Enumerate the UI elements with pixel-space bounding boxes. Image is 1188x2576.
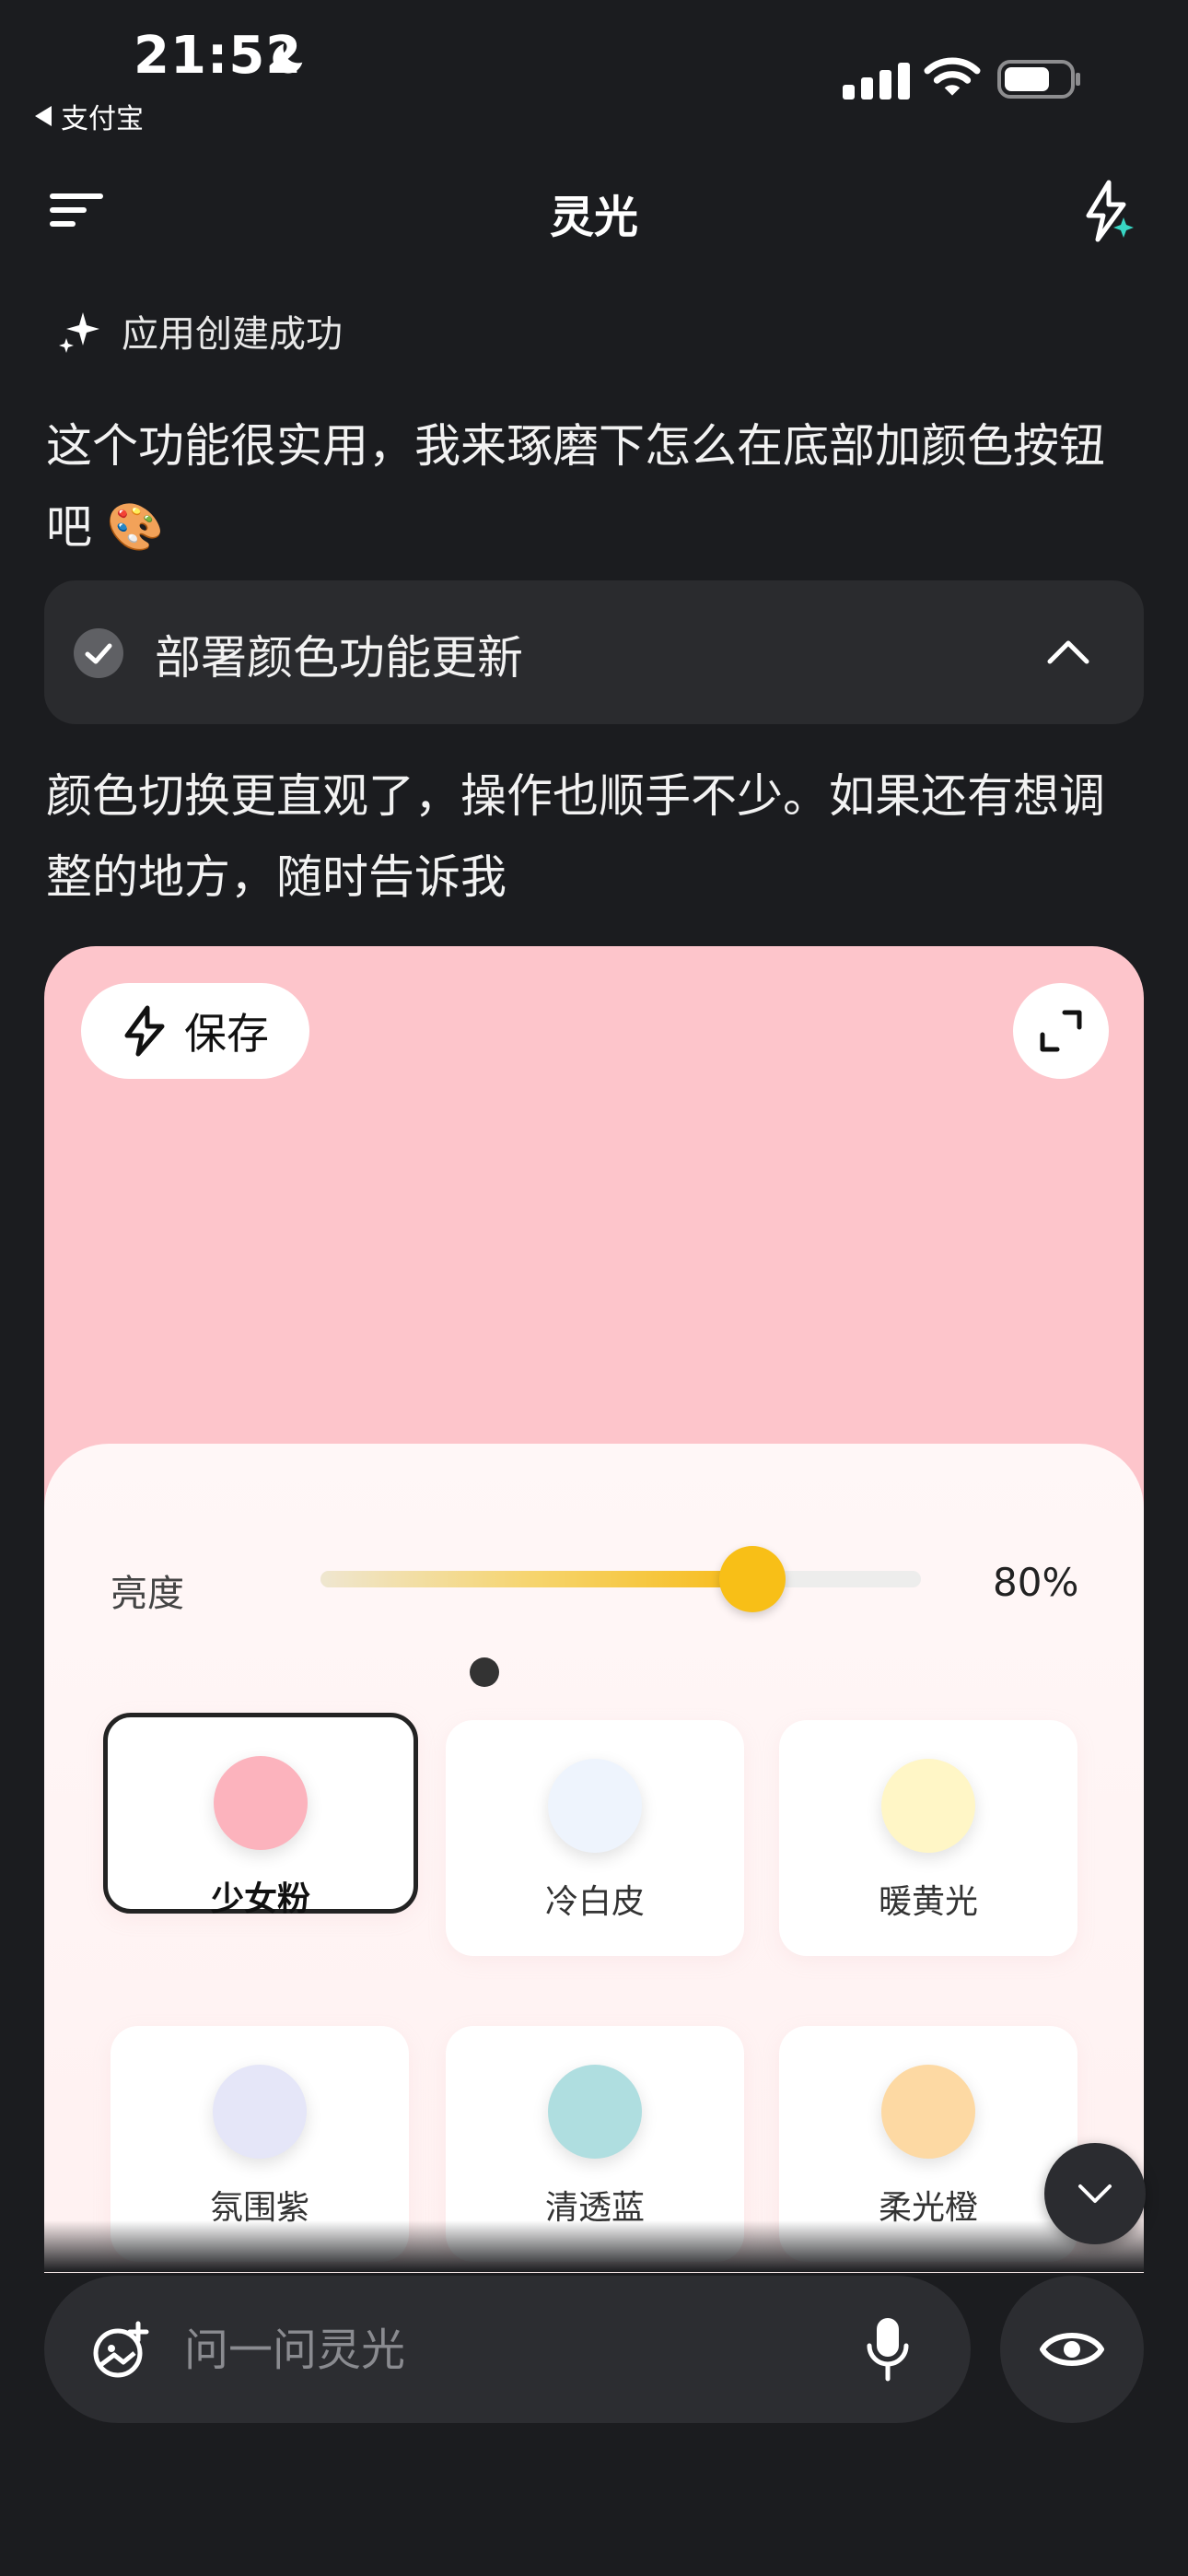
sparkle-icon <box>59 312 99 353</box>
brightness-value: 80% <box>993 1560 1079 1605</box>
brightness-slider-fill <box>320 1571 753 1587</box>
color-swatch-1[interactable]: 少女粉 <box>103 1713 418 1918</box>
app-created-text: 应用创建成功 <box>122 313 343 356</box>
chat-input-bar <box>44 2276 971 2423</box>
bolt-icon <box>124 1005 165 1057</box>
eye-button[interactable] <box>1000 2276 1144 2423</box>
signal-icon <box>843 59 916 100</box>
swatch-label: 暖黄光 <box>878 1883 978 1921</box>
back-to-app-link[interactable]: 支付宝 <box>35 96 144 136</box>
save-button[interactable]: 保存 <box>81 983 309 1079</box>
swatch-color-circle <box>881 2065 975 2159</box>
swatch-color-circle <box>214 1756 308 1850</box>
swatch-label: 少女粉 <box>210 1880 310 1918</box>
deploy-card-title: 部署颜色功能更新 <box>155 631 523 685</box>
scroll-shade <box>44 2220 1144 2272</box>
app-preview: 保存 亮度 80% 少女粉 冷白皮 暖黄光 氛围紫 清透蓝 柔光橙 <box>44 946 1144 2273</box>
brightness-slider[interactable] <box>320 1546 921 1612</box>
image-add-icon[interactable] <box>90 2320 151 2381</box>
swatch-color-circle <box>548 1759 642 1853</box>
back-arrow-icon <box>35 106 52 126</box>
color-control-panel: 亮度 80% 少女粉 冷白皮 暖黄光 氛围紫 清透蓝 柔光橙 <box>44 1444 1144 2273</box>
back-app-label: 支付宝 <box>61 103 144 135</box>
assistant-message-2: 颜色切换更直观了，操作也顺手不少。如果还有想调整的地方，随时告诉我 <box>46 769 1105 904</box>
expand-icon <box>1040 1010 1082 1052</box>
chevron-down-icon <box>1078 2184 1112 2203</box>
swatch-color-circle <box>881 1759 975 1853</box>
fullscreen-button[interactable] <box>1013 983 1109 1079</box>
app-created-status: 应用创建成功 <box>57 304 343 357</box>
wifi-icon <box>924 57 981 96</box>
page-title: 灵光 <box>549 192 638 243</box>
battery-icon <box>997 60 1080 99</box>
chat-input[interactable] <box>182 2313 849 2388</box>
pager-dot <box>470 1657 499 1687</box>
brightness-slider-knob[interactable] <box>719 1546 786 1612</box>
brightness-label: 亮度 <box>111 1573 184 1615</box>
assistant-message-1: 这个功能很实用，我来琢磨下怎么在底部加颜色按钮吧 🎨 <box>46 419 1105 554</box>
scroll-down-button[interactable] <box>1044 2143 1146 2244</box>
deploy-card[interactable]: 部署颜色功能更新 <box>44 580 1144 724</box>
swatch-label: 冷白皮 <box>544 1883 645 1921</box>
color-swatch-2[interactable]: 冷白皮 <box>446 1720 744 1956</box>
save-label: 保存 <box>184 1009 269 1059</box>
moon-icon <box>273 43 303 74</box>
eye-icon <box>1040 2333 1104 2366</box>
swatch-color-circle <box>548 2065 642 2159</box>
check-icon <box>74 628 123 678</box>
swatch-color-circle <box>213 2065 307 2159</box>
sparkle-star-icon[interactable] <box>1077 179 1138 243</box>
color-swatch-3[interactable]: 暖黄光 <box>779 1720 1077 1956</box>
chevron-up-icon[interactable] <box>1044 628 1092 676</box>
mic-icon[interactable] <box>864 2314 912 2383</box>
